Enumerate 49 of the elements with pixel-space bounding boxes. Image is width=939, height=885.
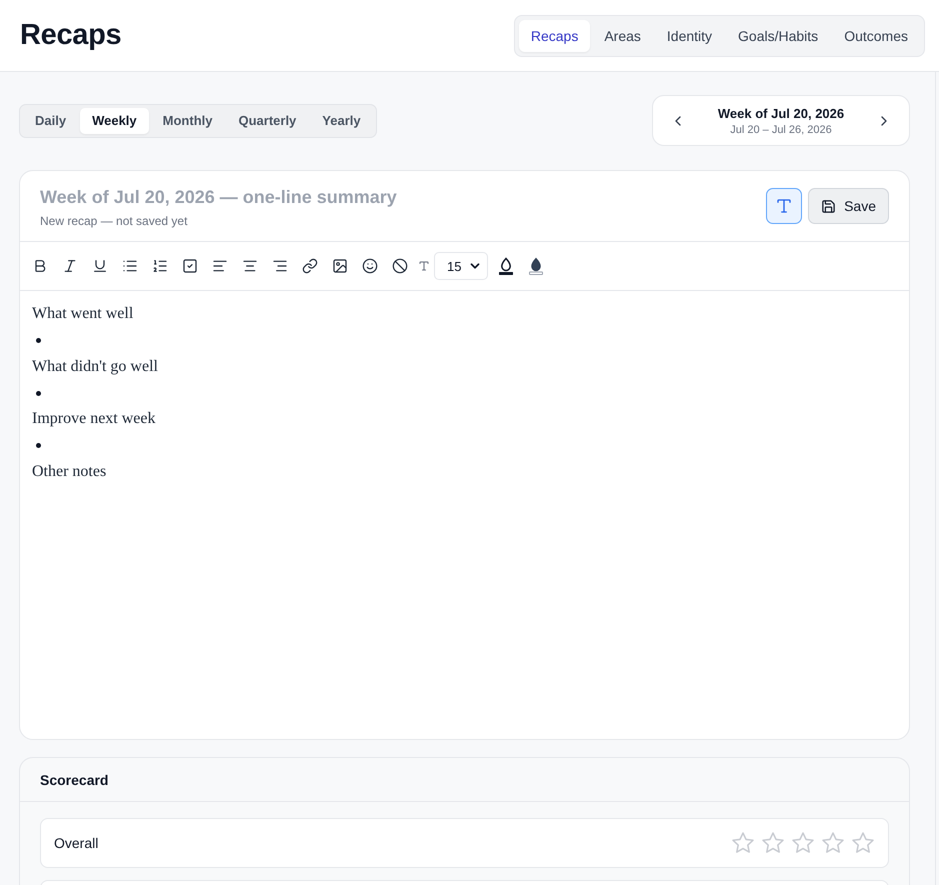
link-icon — [302, 258, 318, 274]
nav-tab[interactable]: Outcomes — [832, 20, 920, 52]
star-icon[interactable] — [792, 832, 814, 854]
text-color-icon — [498, 257, 514, 275]
bullet-icon — [36, 338, 41, 343]
bullet-list-icon — [122, 258, 138, 274]
align-right-icon — [272, 258, 288, 274]
star-icon[interactable] — [732, 832, 754, 854]
period-tab[interactable]: Quarterly — [226, 108, 308, 134]
editor-paragraph: Other notes — [32, 462, 108, 482]
text-style-button[interactable] — [766, 188, 802, 224]
smiley-icon — [362, 258, 378, 274]
period-tab[interactable]: Yearly — [310, 108, 373, 134]
nav-tab[interactable]: Areas — [592, 20, 653, 52]
bullet-icon — [36, 443, 41, 448]
scorecard-title: Scorecard — [40, 772, 108, 788]
page-title: Recaps — [20, 19, 122, 52]
font-size-icon — [418, 260, 430, 272]
editor-body[interactable]: What went well What didn't go well Improve next week Other notes — [20, 291, 909, 739]
star-icon[interactable] — [822, 832, 844, 854]
editor-paragraph: What went well — [32, 304, 134, 324]
save-status: New recap — not saved yet — [40, 214, 188, 228]
period-tab[interactable]: Weekly — [80, 108, 149, 134]
week-range: Jul 20 – Jul 26, 2026 — [730, 124, 832, 136]
highlight-color-icon — [528, 257, 544, 275]
bullet-icon — [36, 390, 41, 396]
summary-field[interactable]: Week of Jul 20, 2026 — one-line summary — [40, 186, 470, 208]
align-left-icon — [212, 258, 228, 274]
save-button[interactable]: Save — [808, 188, 889, 224]
italic-icon — [62, 258, 78, 274]
font-size-select[interactable]: 15 — [434, 252, 488, 280]
nav-tab[interactable]: Recaps — [518, 20, 590, 52]
editor-paragraph: What didn't go well — [32, 356, 159, 377]
type-icon — [775, 197, 794, 215]
align-center-icon — [242, 258, 258, 274]
star-icon[interactable] — [852, 832, 874, 854]
scorecard-label: Overall — [54, 835, 98, 851]
ban-icon — [392, 258, 408, 274]
period-tab[interactable]: Monthly — [150, 108, 224, 134]
image-icon — [332, 258, 348, 274]
numbered-list-icon — [152, 258, 168, 274]
star-icon[interactable] — [762, 832, 784, 854]
underline-icon — [92, 258, 108, 274]
period-tab[interactable]: Daily — [23, 108, 78, 134]
checkbox-icon — [182, 258, 198, 274]
week-title: Week of Jul 20, 2026 — [718, 106, 844, 120]
editor-paragraph: Improve next week — [32, 409, 157, 430]
nav-tab[interactable]: Goals/Habits — [726, 20, 830, 52]
nav-tab[interactable]: Identity — [654, 20, 724, 52]
